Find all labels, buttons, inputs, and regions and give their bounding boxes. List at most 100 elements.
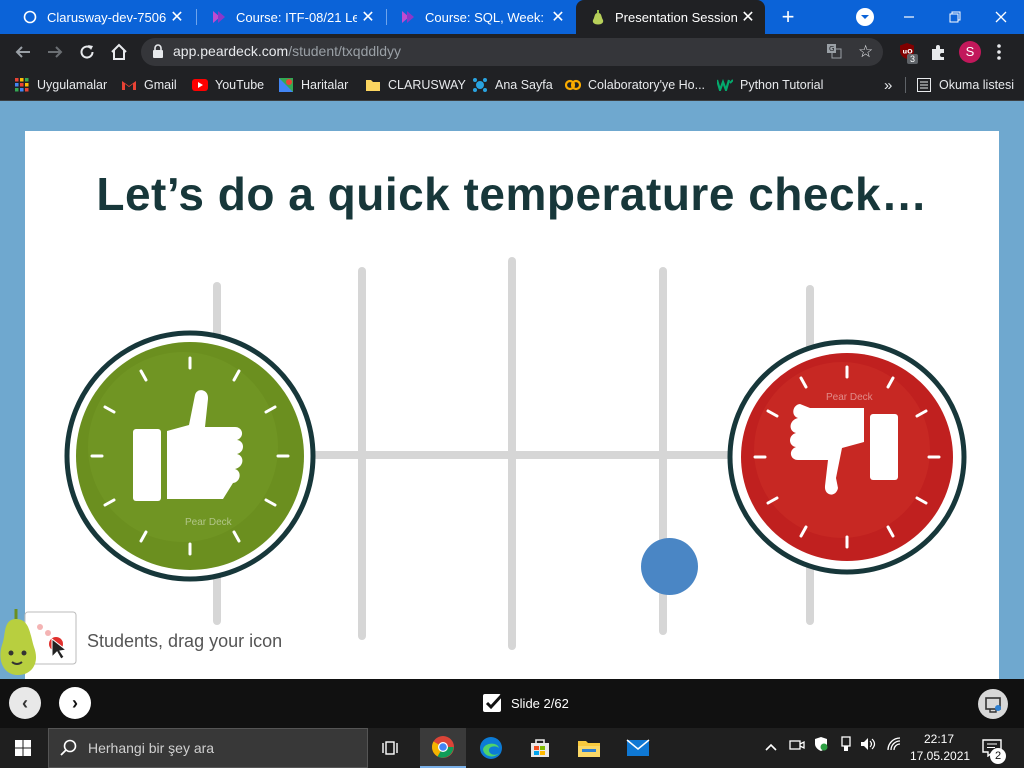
presenter-view-button[interactable] bbox=[978, 689, 1008, 719]
slide-canvas: Let’s do a quick temperature check… Pear… bbox=[25, 131, 999, 679]
bookmark-label: CLARUSWAY bbox=[388, 78, 466, 92]
thumbs-down-target: Pear Deck bbox=[727, 339, 967, 575]
tab-course-itf[interactable]: Course: ITF-08/21 Learn ✕ bbox=[197, 0, 385, 34]
folder-icon bbox=[578, 741, 600, 757]
minimize-button[interactable] bbox=[886, 0, 932, 34]
reading-list-button[interactable]: Okuma listesi bbox=[916, 70, 1014, 100]
clock-time: 22:17 bbox=[923, 732, 955, 746]
previous-slide-button[interactable]: ‹ bbox=[9, 687, 41, 719]
colab-icon bbox=[565, 77, 581, 93]
bookmark-maps[interactable]: Haritalar bbox=[278, 70, 348, 100]
bookmark-label: Gmail bbox=[144, 78, 177, 92]
forward-arrow-icon bbox=[48, 46, 63, 58]
url-text[interactable]: app.peardeck.com/student/txqddldyy bbox=[173, 43, 401, 59]
taskbar-store[interactable] bbox=[517, 728, 563, 768]
tray-overflow-chevron-icon[interactable] bbox=[764, 728, 778, 768]
close-window-button[interactable] bbox=[978, 0, 1024, 34]
clock-date: 17.05.2021 bbox=[910, 749, 971, 763]
clarusway-icon bbox=[400, 9, 416, 25]
edge-icon bbox=[480, 737, 502, 759]
reading-list-icon bbox=[916, 77, 932, 93]
bookmark-colab[interactable]: Colaboratory'ye Ho... bbox=[565, 70, 705, 100]
minimize-icon bbox=[904, 16, 914, 18]
reload-icon bbox=[80, 45, 94, 59]
checkbox-icon[interactable] bbox=[482, 692, 504, 719]
tab-title: Course: SQL, Week: Sub bbox=[425, 9, 547, 25]
lock-icon[interactable] bbox=[152, 44, 164, 64]
close-icon[interactable]: ✕ bbox=[547, 7, 569, 27]
new-tab-button[interactable]: + bbox=[776, 5, 800, 29]
extensions-puzzle-icon[interactable] bbox=[929, 43, 947, 66]
usb-device-icon[interactable] bbox=[840, 728, 852, 768]
bookmark-gmail[interactable]: Gmail bbox=[121, 70, 177, 100]
reading-list-label: Okuma listesi bbox=[939, 78, 1015, 92]
meet-now-icon[interactable] bbox=[789, 728, 805, 768]
taskbar-edge[interactable] bbox=[468, 728, 514, 768]
tab-presentation-session[interactable]: Presentation Session St ✕ bbox=[576, 0, 765, 34]
volume-icon[interactable] bbox=[859, 728, 877, 768]
bookmark-youtube[interactable]: YouTube bbox=[192, 70, 264, 100]
bookmark-label: Uygulamalar bbox=[37, 78, 108, 92]
bookmark-label: YouTube bbox=[215, 78, 265, 92]
system-clock[interactable]: 22:17 17.05.2021 bbox=[910, 731, 971, 765]
back-button[interactable] bbox=[8, 34, 38, 70]
wifi-icon[interactable] bbox=[886, 728, 902, 768]
bookmark-star-icon[interactable]: ☆ bbox=[858, 42, 873, 62]
restore-button[interactable] bbox=[932, 0, 978, 34]
tab-clarusway-dev[interactable]: Clarusway-dev-750608 ✕ bbox=[8, 0, 194, 34]
bookmark-apps[interactable]: Uygulamalar bbox=[14, 70, 107, 100]
url-host: app.peardeck.com bbox=[173, 43, 289, 59]
bookmark-python-tutorial[interactable]: Python Tutorial bbox=[717, 70, 823, 100]
security-shield-icon[interactable] bbox=[814, 728, 828, 768]
mail-icon bbox=[626, 739, 650, 756]
circle-icon bbox=[22, 9, 38, 25]
extension-badge: 3 bbox=[907, 54, 919, 64]
watermark-text: Pear Deck bbox=[826, 392, 874, 403]
search-icon bbox=[60, 739, 78, 762]
clarusway-icon bbox=[211, 9, 227, 25]
bookmark-label: Ana Sayfa bbox=[495, 78, 553, 92]
next-slide-button[interactable]: › bbox=[59, 687, 91, 719]
svg-text:G: G bbox=[829, 45, 834, 53]
close-icon bbox=[995, 11, 1007, 23]
home-star-icon bbox=[472, 77, 488, 93]
bookmarks-more-button[interactable]: » bbox=[884, 70, 892, 100]
translate-icon[interactable]: G bbox=[826, 43, 842, 64]
tab-search-button[interactable] bbox=[856, 8, 874, 26]
reload-button[interactable] bbox=[72, 34, 102, 70]
profile-avatar[interactable]: S bbox=[959, 41, 981, 63]
close-icon[interactable]: ✕ bbox=[357, 7, 379, 27]
youtube-icon bbox=[192, 77, 208, 93]
menu-kebab-icon[interactable] bbox=[996, 43, 1002, 66]
close-icon[interactable]: ✕ bbox=[166, 7, 188, 27]
drag-instruction-text: Students, drag your icon bbox=[87, 631, 283, 651]
close-icon[interactable]: ✕ bbox=[737, 7, 759, 27]
bookmark-label: Python Tutorial bbox=[740, 78, 824, 92]
start-button[interactable] bbox=[0, 728, 46, 768]
pear-deck-icon bbox=[590, 9, 606, 25]
w3-icon bbox=[717, 77, 733, 93]
bookmark-clarusway[interactable]: CLARUSWAY bbox=[365, 70, 466, 100]
forward-button[interactable] bbox=[40, 34, 70, 70]
taskbar-file-explorer[interactable] bbox=[566, 728, 612, 768]
apps-grid-icon bbox=[14, 77, 30, 93]
notification-badge: 2 bbox=[990, 748, 1006, 764]
taskbar-chrome[interactable] bbox=[420, 728, 466, 768]
slide-counter: Slide 2/62 bbox=[511, 696, 569, 711]
maps-icon bbox=[278, 77, 294, 93]
windows-logo-icon bbox=[15, 740, 31, 756]
bookmark-ana-sayfa[interactable]: Ana Sayfa bbox=[472, 70, 553, 100]
gmail-icon bbox=[121, 77, 137, 93]
tab-title: Clarusway-dev-750608 bbox=[47, 9, 166, 25]
task-view-icon bbox=[382, 741, 398, 755]
task-view-button[interactable] bbox=[369, 728, 415, 768]
taskbar-mail[interactable] bbox=[615, 728, 661, 768]
chrome-icon bbox=[432, 736, 454, 758]
tab-course-sql[interactable]: Course: SQL, Week: Sub ✕ bbox=[386, 0, 575, 34]
bookmark-label: Haritalar bbox=[301, 78, 349, 92]
tab-title: Course: ITF-08/21 Learn bbox=[236, 9, 357, 25]
url-path: /student/txqddldyy bbox=[288, 43, 402, 59]
student-drag-marker[interactable] bbox=[641, 538, 698, 595]
home-button[interactable] bbox=[104, 34, 134, 70]
back-arrow-icon bbox=[15, 46, 30, 58]
